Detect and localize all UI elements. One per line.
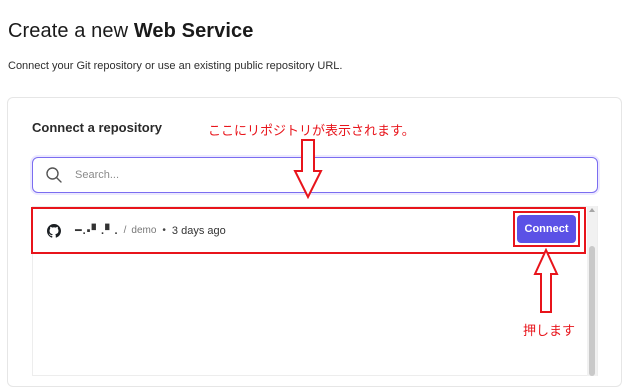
github-icon <box>47 223 61 238</box>
annotation-press-note: 押します <box>523 324 576 339</box>
page-title-prefix: Create a new <box>8 20 134 42</box>
repository-search-box[interactable] <box>32 157 598 193</box>
page-title: Create a new Web Service <box>8 20 254 43</box>
connect-button[interactable]: Connect <box>517 215 576 243</box>
repository-separator: / <box>123 225 127 236</box>
repository-name: demo <box>131 225 157 236</box>
page-subtitle: Connect your Git repository or use an ex… <box>8 60 343 72</box>
search-icon <box>45 166 63 184</box>
bullet-separator: • <box>162 225 166 236</box>
search-input[interactable] <box>73 168 557 182</box>
repository-updated-time: 3 days ago <box>171 224 226 237</box>
page-title-bold: Web Service <box>133 20 254 42</box>
scroll-up-arrow-icon[interactable] <box>589 208 595 212</box>
repository-owner: ━.▪▘.▘. <box>75 225 119 237</box>
repository-list-scrollbar[interactable] <box>587 206 597 376</box>
scrollbar-thumb[interactable] <box>589 246 595 376</box>
connect-repository-heading: Connect a repository <box>32 120 163 135</box>
annotation-list-note: ここにリポジトリが表示されます。 <box>208 124 415 139</box>
repository-row[interactable]: ━.▪▘.▘. / demo • 3 days ago <box>33 208 586 253</box>
